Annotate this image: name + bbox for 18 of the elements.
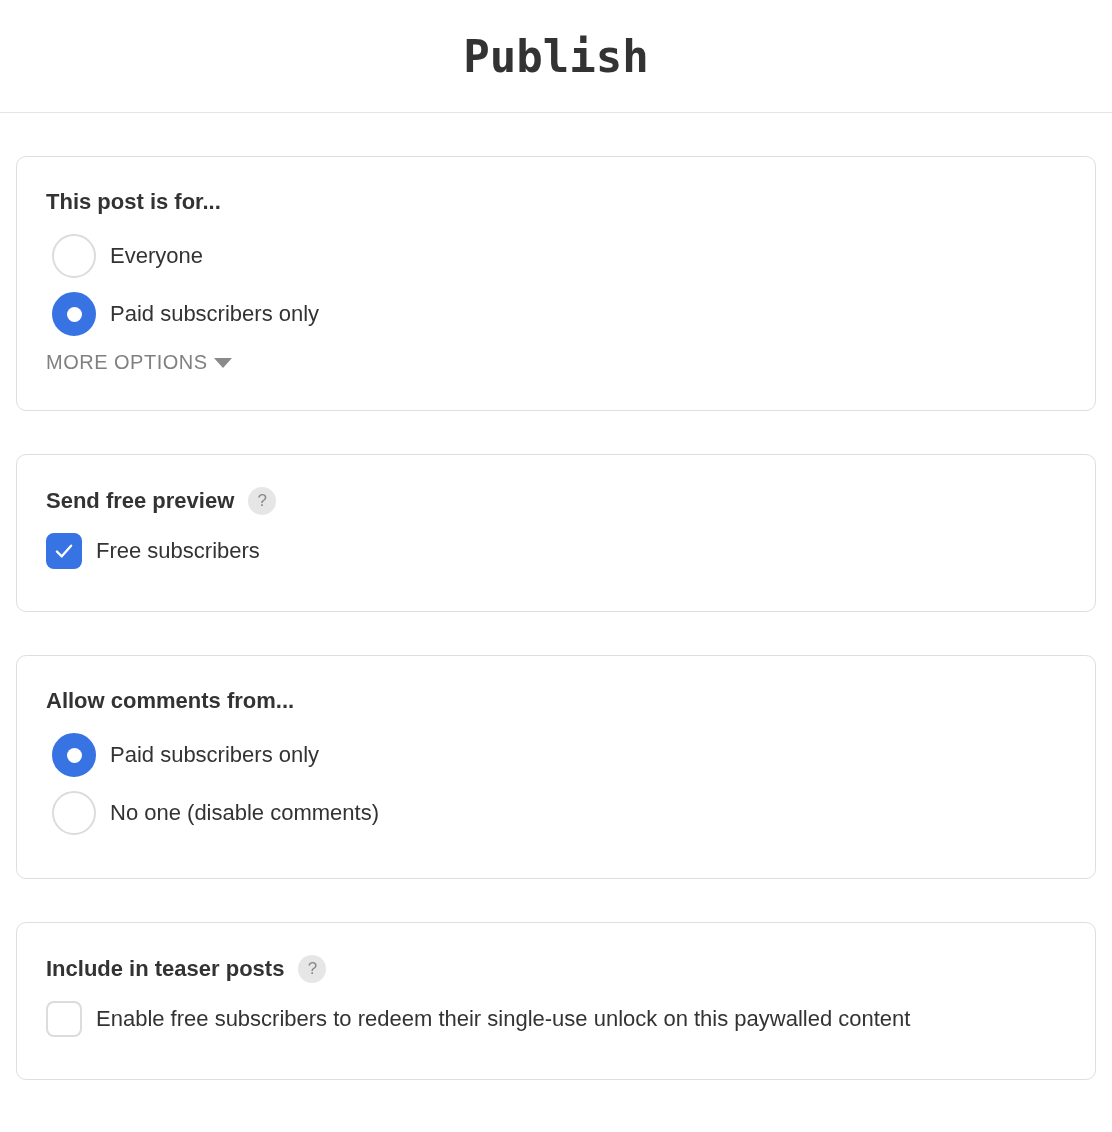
page-title: Publish	[463, 30, 649, 82]
section-title: Allow comments from...	[46, 688, 295, 714]
option-label: Everyone	[110, 243, 203, 269]
option-label: Free subscribers	[96, 538, 260, 564]
help-icon[interactable]: ?	[248, 487, 277, 515]
radio-button[interactable]	[52, 733, 96, 777]
option-label: Paid subscribers only	[110, 742, 320, 768]
option-label: Enable free subscribers to redeem their single-use unlock on this paywalled content	[96, 1006, 911, 1032]
help-icon[interactable]: ?	[298, 955, 327, 983]
section-title: Include in teaser posts	[46, 956, 285, 982]
option-label: No one (disable comments)	[110, 800, 379, 826]
caret-icon	[213, 357, 232, 368]
more-options-button[interactable]: MORE OPTIONS	[46, 351, 232, 374]
checkbox[interactable]	[46, 533, 82, 569]
option-label: Paid subscribers only	[110, 301, 320, 327]
section-title: This post is for...	[46, 189, 221, 215]
section-title: Send free preview	[46, 488, 235, 514]
radio-button[interactable]	[52, 292, 96, 336]
